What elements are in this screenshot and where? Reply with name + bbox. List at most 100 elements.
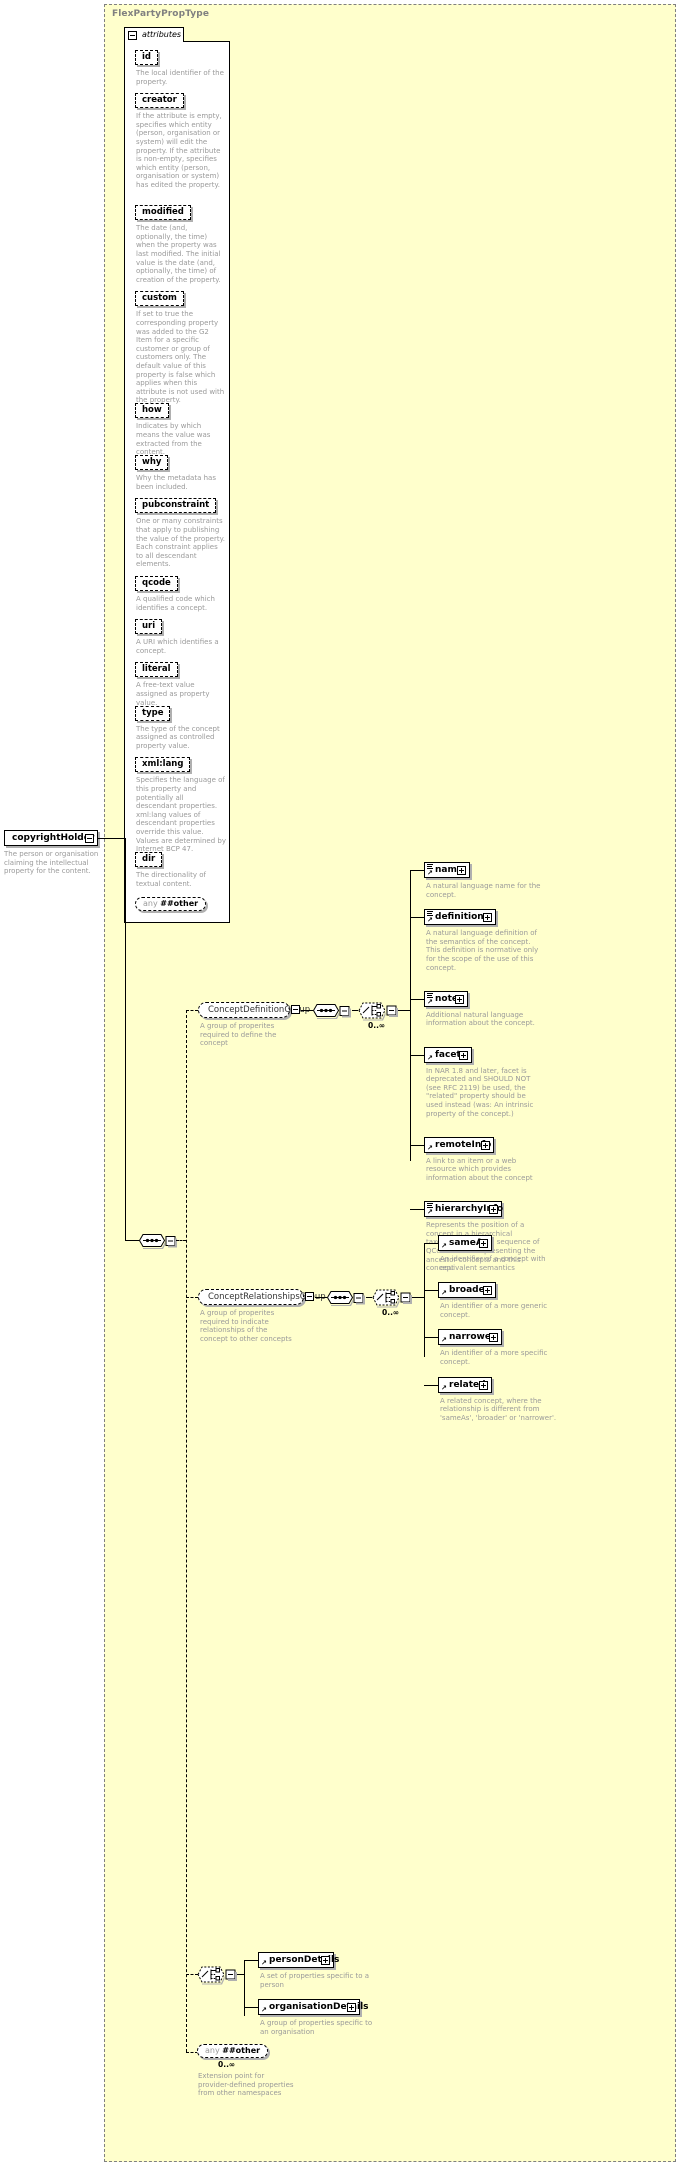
collapse-icon[interactable] bbox=[128, 31, 137, 40]
attributes-arrow-icon: ↗ bbox=[427, 1143, 433, 1152]
element-related[interactable]: ↗ related bbox=[438, 1376, 492, 1393]
attribute-name: literal bbox=[142, 664, 171, 675]
connector bbox=[125, 1240, 139, 1241]
element-doc: A set of properties specific to a person bbox=[260, 1972, 370, 1989]
attribute-name: why bbox=[142, 457, 162, 468]
attribute-qcode[interactable]: qcode bbox=[135, 576, 178, 591]
attribute-uri[interactable]: uri bbox=[135, 619, 163, 635]
expand-icon[interactable] bbox=[489, 1333, 498, 1343]
element-broader[interactable]: ↗ broader bbox=[438, 1282, 496, 1299]
choice-compositor-group1[interactable] bbox=[357, 1000, 401, 1021]
attribute-name: pubconstraint bbox=[142, 500, 210, 511]
attributes-arrow-icon: ↗ bbox=[441, 1383, 447, 1392]
connector bbox=[410, 870, 424, 871]
attribute-why[interactable]: why bbox=[135, 455, 169, 471]
attribute-name: xml:lang bbox=[142, 759, 184, 770]
group-doc: A group of properites required to indica… bbox=[200, 1309, 292, 1343]
element-doc: The person or organisation claiming the … bbox=[4, 850, 99, 876]
attributes-arrow-icon: ↗ bbox=[441, 1289, 447, 1298]
occurrence-indicator: 0..∞ bbox=[368, 1021, 386, 1030]
choice-compositor-details[interactable] bbox=[196, 1964, 240, 1985]
attribute-doc: Indicates by which means the value was e… bbox=[136, 422, 211, 457]
element-sameAs[interactable]: ↗ sameAs bbox=[438, 1235, 492, 1251]
occurrence-indicator: 0..∞ bbox=[382, 1308, 400, 1317]
sequence-compositor-main[interactable] bbox=[138, 1232, 178, 1249]
element-copyrightHolder[interactable]: copyrightHolder bbox=[4, 830, 98, 846]
schema-diagram: FlexPartyPropType attributes id The local… bbox=[0, 0, 680, 2170]
attribute-creator[interactable]: creator bbox=[135, 93, 184, 109]
element-name: facet bbox=[435, 1049, 461, 1060]
sequence-compositor-group1[interactable] bbox=[312, 1002, 352, 1019]
expand-icon[interactable] bbox=[457, 866, 466, 875]
element-doc: An identifier of a concept with equivale… bbox=[440, 1255, 546, 1272]
collapse-icon[interactable] bbox=[305, 1292, 314, 1301]
expand-icon[interactable] bbox=[479, 1239, 488, 1248]
connector bbox=[186, 1010, 198, 1011]
choice-compositor-group2[interactable] bbox=[371, 1287, 415, 1308]
attribute-pubconstraint[interactable]: pubconstraint bbox=[135, 498, 217, 514]
element-name: definition bbox=[435, 912, 484, 923]
element-narrower[interactable]: ↗ narrower bbox=[438, 1329, 502, 1346]
element-facet[interactable]: ↗ facet bbox=[424, 1046, 472, 1063]
connector bbox=[424, 1243, 438, 1244]
attributes-arrow-icon: ↗ bbox=[427, 869, 433, 877]
attribute-xml-lang[interactable]: xml:lang bbox=[135, 757, 191, 773]
expand-icon[interactable] bbox=[483, 913, 492, 923]
connector bbox=[410, 999, 424, 1000]
attribute-dir[interactable]: dir bbox=[135, 852, 163, 868]
group-ref-ConceptRelationshipsGroup[interactable]: ConceptRelationshipsGroup bbox=[198, 1289, 326, 1305]
connector bbox=[125, 838, 126, 1240]
sequence-compositor-group2[interactable] bbox=[326, 1289, 366, 1306]
attribute-id[interactable]: id bbox=[135, 50, 158, 65]
attribute-wildcard-any[interactable]: any ##other bbox=[135, 897, 207, 912]
element-hierarchyInfo[interactable]: ↗ hierarchyInfo bbox=[424, 1201, 503, 1218]
element-doc: An identifier of a more specific concept… bbox=[440, 1349, 548, 1366]
element-name[interactable]: ↗ name bbox=[424, 862, 470, 878]
attribute-doc: Why the metadata has been included. bbox=[136, 474, 216, 491]
attribute-doc: The directionality of textual content. bbox=[136, 871, 206, 888]
element-definition[interactable]: ↗ definition bbox=[424, 909, 496, 926]
attributes-tab[interactable]: attributes bbox=[124, 27, 184, 42]
attribute-doc: The date (and, optionally, the time) whe… bbox=[136, 224, 221, 284]
expand-icon[interactable] bbox=[479, 1380, 488, 1390]
element-organisationDetails[interactable]: ↗ organisationDetails bbox=[258, 1999, 369, 2016]
connector bbox=[410, 1055, 424, 1056]
attribute-literal[interactable]: literal bbox=[135, 662, 178, 678]
expand-icon[interactable] bbox=[489, 1205, 498, 1215]
expand-icon[interactable] bbox=[347, 2003, 356, 2013]
element-remoteInfo[interactable]: ↗ remoteInfo bbox=[424, 1136, 494, 1153]
element-note[interactable]: ↗ note bbox=[424, 990, 468, 1007]
attribute-name: how bbox=[142, 405, 162, 416]
element-doc: Additional natural language information … bbox=[426, 1010, 535, 1028]
attributes-arrow-icon: ↗ bbox=[261, 1959, 267, 1967]
occurrence-indicator: 0..∞ bbox=[218, 2060, 236, 2069]
group-ref-ConceptDefinitionGroup[interactable]: ConceptDefinitionGroup bbox=[198, 1002, 310, 1018]
element-wildcard-doc: Extension point for provider-defined pro… bbox=[198, 2072, 294, 2098]
any-label: any bbox=[205, 2046, 220, 2055]
connector bbox=[410, 917, 424, 918]
group-doc: A group of properites required to define… bbox=[200, 1022, 277, 1048]
attribute-custom[interactable]: custom bbox=[135, 291, 184, 307]
attribute-type[interactable]: type bbox=[135, 705, 171, 721]
attributes-arrow-icon: ↗ bbox=[427, 1208, 433, 1217]
expand-icon[interactable] bbox=[455, 994, 464, 1004]
element-name: copyrightHolder bbox=[12, 833, 95, 843]
attribute-modified[interactable]: modified bbox=[135, 205, 191, 221]
expand-icon[interactable] bbox=[459, 1050, 468, 1060]
collapse-icon[interactable] bbox=[291, 1005, 300, 1014]
attribute-how[interactable]: how bbox=[135, 403, 169, 419]
attribute-name: creator bbox=[142, 95, 177, 106]
connector bbox=[410, 1145, 424, 1146]
element-wildcard-any[interactable]: any ##other bbox=[197, 2044, 269, 2058]
expand-icon[interactable] bbox=[321, 1956, 330, 1965]
collapse-icon[interactable] bbox=[85, 834, 94, 843]
expand-icon[interactable] bbox=[483, 1286, 492, 1296]
element-doc: A link to an item or a web resource whic… bbox=[426, 1156, 533, 1182]
connector bbox=[424, 1290, 438, 1291]
attributes-arrow-icon: ↗ bbox=[427, 1053, 433, 1062]
attributes-arrow-icon: ↗ bbox=[427, 997, 433, 1006]
element-personDetails[interactable]: ↗ personDetails bbox=[258, 1952, 339, 1968]
expand-icon[interactable] bbox=[481, 1140, 490, 1150]
element-doc: An identifier of a more generic concept. bbox=[440, 1302, 548, 1319]
connector bbox=[410, 1209, 424, 1210]
